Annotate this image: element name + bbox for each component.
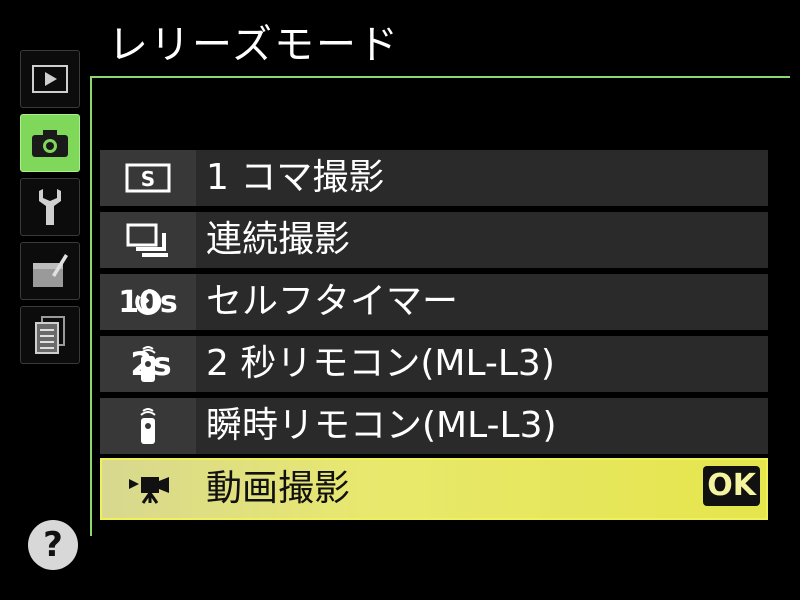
ok-button[interactable]: OK [703, 466, 760, 506]
option-delayed-remote[interactable]: 2s 2 秒リモコン(ML-L3) [100, 336, 768, 392]
icon-cell: 10s [100, 274, 196, 330]
remote-delay-icon: 2s [100, 336, 196, 392]
option-quick-remote[interactable]: 瞬時リモコン(ML-L3) [100, 398, 768, 454]
remote-icon [140, 346, 156, 382]
option-continuous[interactable]: 連続撮影 [100, 212, 768, 268]
tab-shooting[interactable] [20, 114, 80, 172]
svg-text:S: S [141, 167, 155, 191]
self-timer-icon: 10s [100, 274, 196, 330]
playback-icon [32, 65, 68, 93]
movie-camera-icon [129, 477, 169, 504]
option-label: 動画撮影 [206, 468, 351, 509]
option-label: セルフタイマー [206, 281, 459, 322]
tab-retouch[interactable] [20, 242, 80, 300]
recent-settings-icon [35, 316, 65, 354]
timer-dial-icon [135, 288, 162, 315]
remote-icon [140, 408, 156, 444]
option-self-timer[interactable]: 10s セルフタイマー [100, 274, 768, 330]
option-label: 2 秒リモコン(ML-L3) [206, 343, 555, 384]
option-movie[interactable]: 動画撮影 OK [100, 458, 768, 520]
help-icon: ? [43, 525, 63, 565]
icon-cell: 2s [100, 336, 196, 392]
icon-cell [100, 212, 196, 268]
icon-cell [102, 460, 198, 518]
icon-cell: S [100, 150, 196, 206]
icon-cell [100, 398, 196, 454]
retouch-brush-icon [33, 254, 68, 287]
tab-setup[interactable] [20, 178, 80, 236]
option-label: 連続撮影 [206, 219, 351, 260]
camera-icon [32, 130, 68, 157]
continuous-icon [126, 223, 168, 257]
page-title: レリーズモード [108, 22, 400, 68]
option-label: 1 コマ撮影 [206, 157, 385, 198]
option-label: 瞬時リモコン(ML-L3) [206, 405, 557, 446]
tab-playback[interactable] [20, 50, 80, 108]
tab-recent-settings[interactable] [20, 306, 80, 364]
wrench-icon [39, 189, 61, 225]
option-single-frame[interactable]: S 1 コマ撮影 [100, 150, 768, 206]
single-frame-icon: S [125, 163, 171, 193]
help-button[interactable]: ? [28, 520, 78, 570]
